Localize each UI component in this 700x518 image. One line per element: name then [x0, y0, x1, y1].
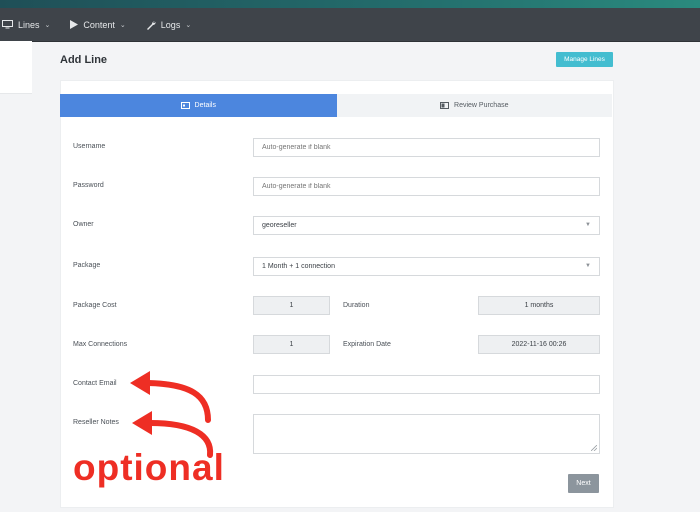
- wizard-tabs: Details Review Purchase: [60, 94, 612, 117]
- tab-label: Review Purchase: [454, 102, 509, 109]
- expiration-date-value: 2022-11-16 00:26: [511, 341, 567, 348]
- owner-value: georeseller: [262, 222, 297, 229]
- nav-item-content[interactable]: Content ⌄: [70, 19, 126, 30]
- chevron-down-icon: ⌄: [119, 21, 126, 29]
- contact-email-label: Contact Email: [73, 380, 117, 387]
- duration-value: 1 months: [524, 302, 554, 309]
- max-connections-field: 1: [253, 335, 330, 354]
- package-value: 1 Month + 1 connection: [262, 263, 335, 270]
- tab-label: Details: [194, 102, 216, 109]
- password-label: Password: [73, 182, 104, 189]
- max-connections-label: Max Connections: [73, 341, 128, 348]
- package-cost-value: 1: [289, 302, 294, 309]
- play-icon: [70, 20, 79, 29]
- chevron-down-icon: ▼: [585, 263, 591, 269]
- next-button[interactable]: Next: [568, 474, 599, 493]
- arrow-head-reseller-notes: [132, 411, 152, 435]
- owner-select[interactable]: georeseller ▼: [253, 216, 600, 235]
- username-input[interactable]: [253, 138, 600, 157]
- top-accent-strip: [0, 0, 700, 8]
- arrow-head-contact-email: [130, 371, 150, 395]
- max-connections-value: 1: [289, 341, 294, 348]
- password-input[interactable]: [253, 177, 600, 196]
- chevron-down-icon: ⌄: [185, 21, 192, 29]
- owner-label: Owner: [73, 221, 94, 228]
- annotation-arrows: [130, 371, 214, 458]
- nav-item-label: Logs: [160, 19, 181, 30]
- id-card-icon: [180, 102, 190, 109]
- nav-item-label: Lines: [18, 19, 40, 30]
- package-cost-field: 1: [253, 296, 330, 315]
- bottom-bar: [0, 512, 700, 518]
- expiration-date-label: Expiration Date: [343, 341, 391, 348]
- top-navbar: Lines ⌄ Content ⌄ Logs ⌄: [0, 8, 700, 42]
- nav-item-label: Content: [83, 19, 115, 30]
- duration-field: 1 months: [478, 296, 600, 315]
- expiration-date-field: 2022-11-16 00:26: [478, 335, 600, 354]
- arrow-to-contact-email: [145, 380, 211, 423]
- duration-label: Duration: [343, 302, 370, 309]
- resize-handle-icon[interactable]: [591, 445, 597, 451]
- contact-email-input[interactable]: [253, 375, 600, 394]
- package-select[interactable]: 1 Month + 1 connection ▼: [253, 257, 600, 276]
- tab-details[interactable]: Details: [60, 94, 337, 117]
- annotation-optional-text: optional: [73, 447, 225, 488]
- package-label: Package: [73, 262, 101, 269]
- page-title: Add Line: [60, 54, 108, 66]
- nav-item-logs[interactable]: Logs ⌄: [146, 20, 191, 30]
- package-cost-label: Package Cost: [73, 302, 117, 309]
- tab-review-purchase[interactable]: Review Purchase: [336, 94, 612, 117]
- manage-lines-button[interactable]: Manage Lines: [556, 52, 613, 67]
- chevron-down-icon: ▼: [585, 222, 591, 228]
- reseller-notes-label: Reseller Notes: [73, 419, 119, 426]
- chevron-down-icon: ⌄: [44, 21, 51, 29]
- nav-item-lines[interactable]: Lines ⌄: [2, 20, 50, 30]
- username-label: Username: [73, 143, 106, 150]
- reseller-notes-textarea[interactable]: [253, 414, 600, 454]
- monitor-icon: [2, 20, 13, 29]
- list-icon: [440, 102, 450, 109]
- left-panel: [0, 41, 32, 94]
- wrench-icon: [146, 20, 156, 30]
